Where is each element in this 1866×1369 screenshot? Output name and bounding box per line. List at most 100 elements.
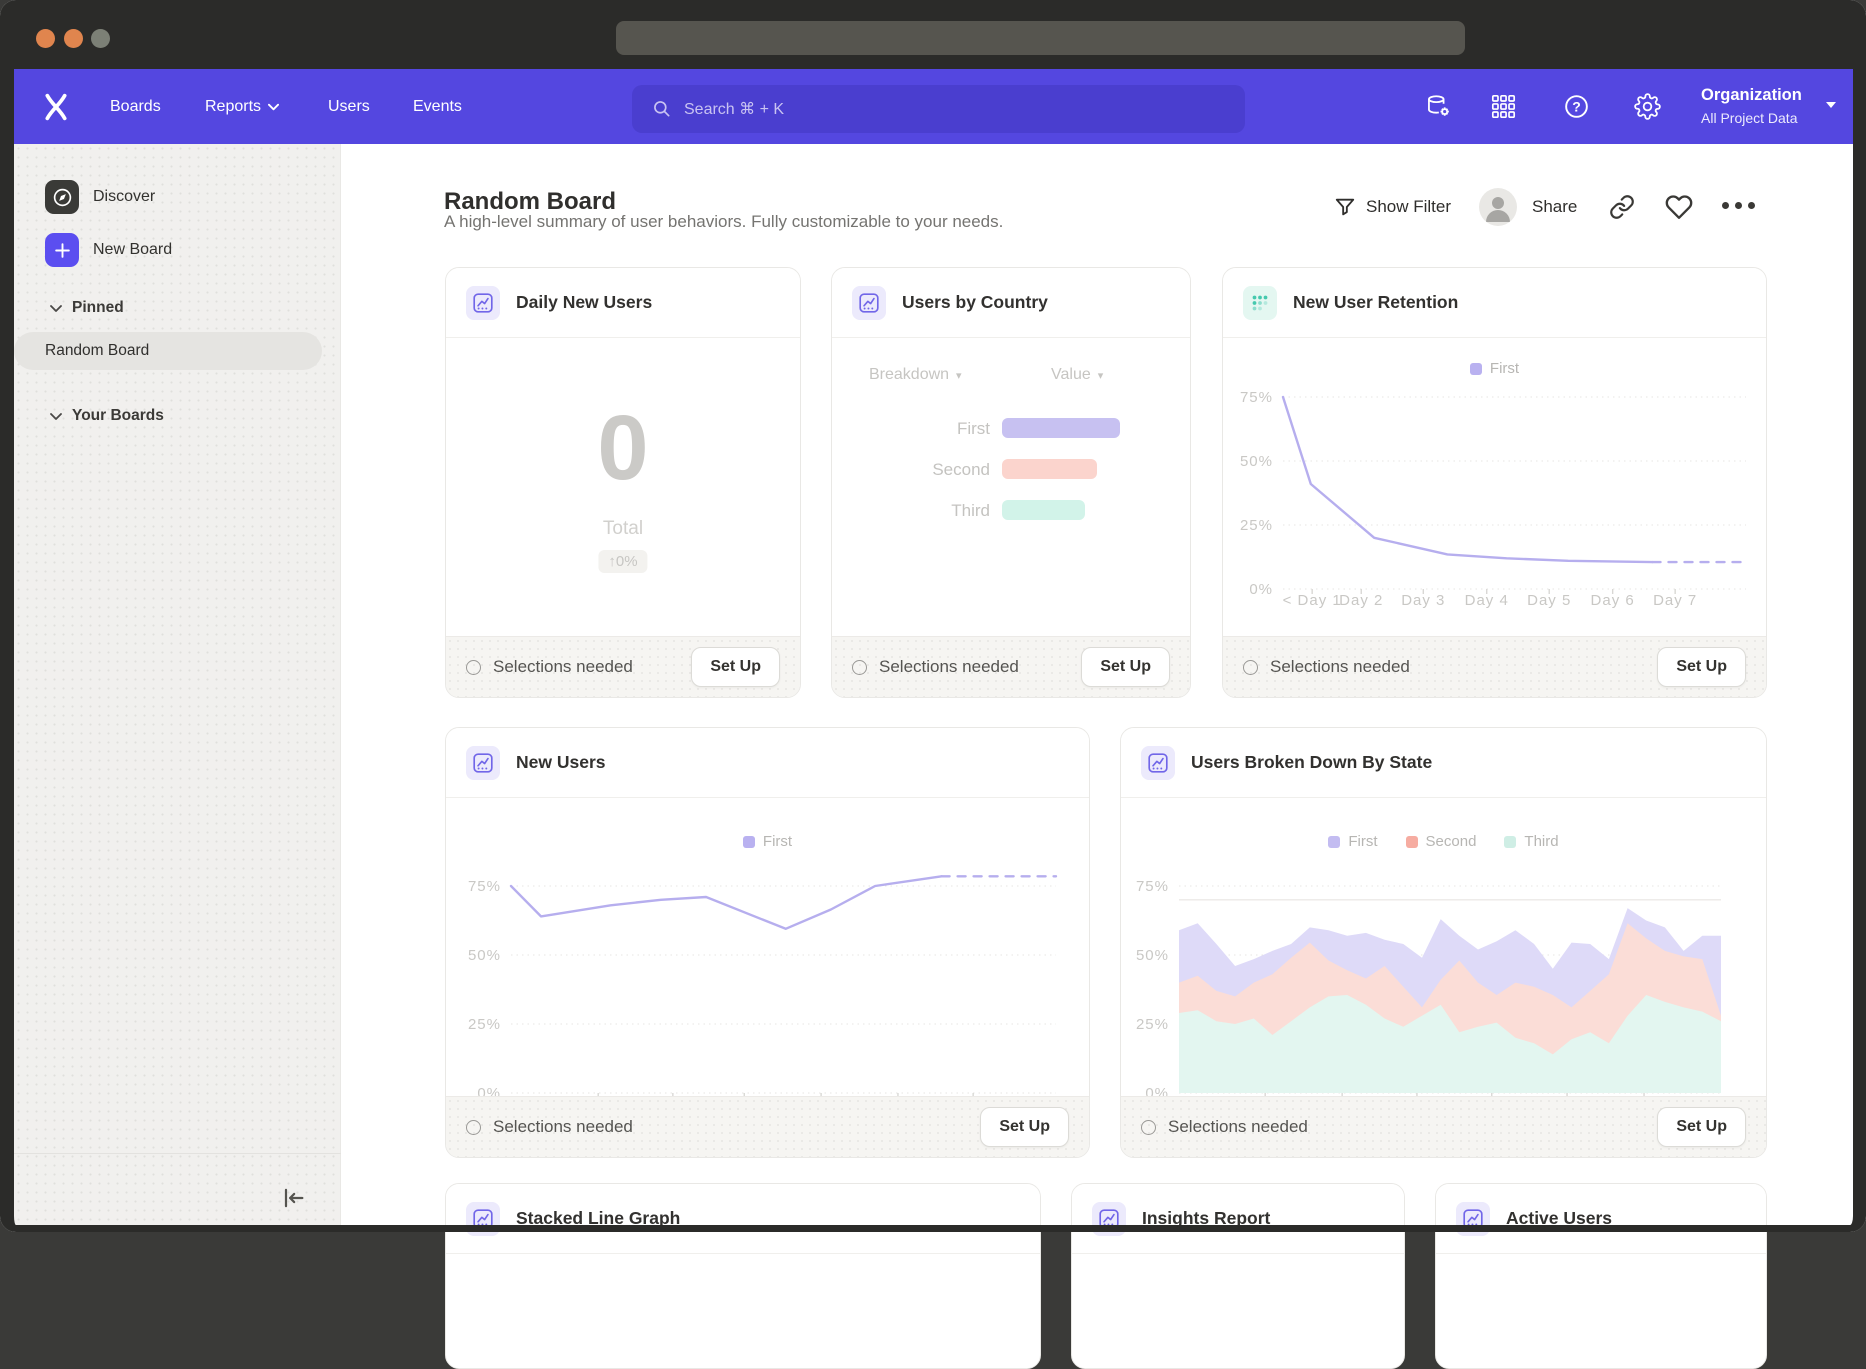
svg-text:50%: 50% xyxy=(1240,453,1273,470)
sidebar-item-discover[interactable]: Discover xyxy=(45,180,155,214)
card-active-users: Active Users xyxy=(1435,1183,1767,1369)
set-up-button[interactable]: Set Up xyxy=(1081,647,1170,687)
nav-users[interactable]: Users xyxy=(328,69,370,144)
status-circle-icon xyxy=(1141,1120,1156,1135)
set-up-button[interactable]: Set Up xyxy=(1657,1107,1746,1147)
value-dropdown[interactable]: Value▾ xyxy=(1051,366,1103,384)
sidebar-item-new-board[interactable]: New Board xyxy=(45,233,172,267)
settings-gear-icon[interactable] xyxy=(1634,93,1661,120)
help-icon[interactable]: ? xyxy=(1563,93,1590,120)
country-row-bar xyxy=(1002,459,1097,479)
svg-text:75%: 75% xyxy=(1240,389,1273,406)
apps-grid-icon[interactable] xyxy=(1490,93,1517,120)
svg-text:Day 4: Day 4 xyxy=(1465,592,1509,609)
status-circle-icon xyxy=(466,660,481,675)
country-row-label: First xyxy=(870,419,990,439)
card-users-by-state: FirstSecondThird 75%50%25%0%Apr 3Apr 4Ap… xyxy=(1120,727,1767,1158)
by-state-chart: 75%50%25%0%Apr 3Apr 4Apr 5Apr 6Apr 7Apr … xyxy=(1121,798,1767,1098)
favorite-heart-icon[interactable] xyxy=(1665,193,1693,221)
country-row-label: Third xyxy=(870,501,990,521)
breakdown-dropdown[interactable]: Breakdown▾ xyxy=(869,366,962,384)
person-icon xyxy=(1479,188,1517,226)
svg-text:25%: 25% xyxy=(1240,517,1273,534)
sidebar: Discover New Board Pinned Random Board Y… xyxy=(14,144,341,1225)
search-placeholder: Search ⌘ + K xyxy=(684,99,784,119)
retention-chart: 75%50%25%0%< Day 1Day 2Day 3Day 4Day 5Da… xyxy=(1223,338,1767,638)
status-text: Selections needed xyxy=(1168,1117,1308,1137)
share-button[interactable]: Share xyxy=(1532,188,1577,226)
sidebar-item-random-board[interactable]: Random Board xyxy=(14,332,322,370)
more-options-icon[interactable] xyxy=(1722,202,1755,209)
mixpanel-logo-icon[interactable] xyxy=(40,91,72,123)
svg-text:< Day 1: < Day 1 xyxy=(1283,592,1342,609)
svg-text:25%: 25% xyxy=(468,1016,501,1033)
org-project: All Project Data xyxy=(1701,108,1802,128)
funnel-icon xyxy=(1334,196,1356,218)
status-text: Selections needed xyxy=(879,657,1019,677)
top-navbar: Boards Reports Users Events Search ⌘ + K… xyxy=(14,69,1853,144)
set-up-button[interactable]: Set Up xyxy=(1657,647,1746,687)
card-new-users: First 75%50%25%0%Apr 3Apr 4Apr 5Apr 6Apr… xyxy=(445,727,1090,1158)
search-icon xyxy=(652,99,672,119)
svg-text:75%: 75% xyxy=(468,878,501,895)
global-search-input[interactable]: Search ⌘ + K xyxy=(632,85,1245,133)
org-switcher[interactable]: Organization All Project Data xyxy=(1701,83,1802,128)
discover-compass-icon xyxy=(45,180,79,214)
copy-link-icon[interactable] xyxy=(1609,194,1635,220)
window-zoom-button[interactable] xyxy=(91,29,110,48)
line-chart-icon xyxy=(1456,1202,1490,1236)
board-main: Random Board A high-level summary of use… xyxy=(341,144,1853,1225)
window-minimize-button[interactable] xyxy=(64,29,83,48)
set-up-button[interactable]: Set Up xyxy=(980,1107,1069,1147)
nav-events[interactable]: Events xyxy=(413,69,462,144)
metric-delta-badge: ↑0% xyxy=(598,550,647,573)
status-text: Selections needed xyxy=(493,1117,633,1137)
card-title: Users by Country xyxy=(902,292,1048,313)
svg-text:Day 2: Day 2 xyxy=(1339,592,1383,609)
svg-text:?: ? xyxy=(1572,98,1581,114)
line-chart-icon xyxy=(1092,1202,1126,1236)
show-filter-button[interactable]: Show Filter xyxy=(1334,188,1451,226)
nav-boards[interactable]: Boards xyxy=(110,69,161,144)
svg-text:0%: 0% xyxy=(1249,581,1273,598)
card-new-user-retention: First 75%50%25%0%< Day 1Day 2Day 3Day 4D… xyxy=(1222,267,1767,698)
org-caret-icon xyxy=(1826,102,1836,108)
sidebar-section-your-boards[interactable]: Your Boards xyxy=(50,407,164,425)
svg-text:Day 3: Day 3 xyxy=(1401,592,1445,609)
card-title: Daily New Users xyxy=(516,292,652,313)
set-up-button[interactable]: Set Up xyxy=(691,647,780,687)
org-name: Organization xyxy=(1701,83,1802,108)
line-chart-icon xyxy=(466,746,500,780)
chevron-down-icon: ▾ xyxy=(1098,369,1104,382)
user-avatar[interactable] xyxy=(1479,188,1517,226)
card-daily-new-users: 0 Total ↑0% Daily New Users Selections n… xyxy=(445,267,801,698)
window-close-button[interactable] xyxy=(36,29,55,48)
chevron-down-icon xyxy=(50,412,62,421)
nav-reports[interactable]: Reports xyxy=(205,69,279,144)
browser-address-bar[interactable] xyxy=(616,21,1465,55)
card-title: Users Broken Down By State xyxy=(1191,752,1432,773)
svg-text:Day 5: Day 5 xyxy=(1527,592,1571,609)
line-chart-icon xyxy=(852,286,886,320)
status-text: Selections needed xyxy=(493,657,633,677)
metric-label: Total xyxy=(446,518,800,540)
data-management-icon[interactable] xyxy=(1425,93,1452,120)
status-circle-icon xyxy=(466,1120,481,1135)
card-users-by-country: Breakdown▾ Value▾ FirstSecondThird Users… xyxy=(831,267,1191,698)
page-subtitle: A high-level summary of user behaviors. … xyxy=(444,212,1003,232)
retention-grid-icon xyxy=(1243,286,1277,320)
status-circle-icon xyxy=(1243,660,1258,675)
status-circle-icon xyxy=(852,660,867,675)
card-title: Stacked Line Graph xyxy=(516,1208,680,1229)
collapse-sidebar-icon[interactable] xyxy=(279,1184,307,1212)
chevron-down-icon: ▾ xyxy=(956,369,962,382)
chevron-down-icon xyxy=(50,304,62,313)
svg-text:50%: 50% xyxy=(1136,947,1169,964)
svg-text:25%: 25% xyxy=(1136,1016,1169,1033)
new-users-chart: 75%50%25%0%Apr 3Apr 4Apr 5Apr 6Apr 7Apr … xyxy=(446,798,1090,1098)
line-chart-icon xyxy=(466,1202,500,1236)
sidebar-divider xyxy=(14,1153,341,1154)
plus-icon xyxy=(45,233,79,267)
country-row-bar xyxy=(1002,500,1085,520)
sidebar-section-pinned[interactable]: Pinned xyxy=(50,299,124,317)
